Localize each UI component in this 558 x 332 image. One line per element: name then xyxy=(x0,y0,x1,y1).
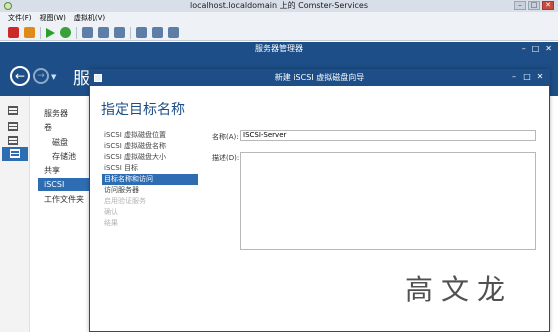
toolbar-divider xyxy=(130,26,131,39)
vm-toolbar xyxy=(0,25,558,41)
wizard-window-controls: – □ ✕ xyxy=(509,72,545,82)
minimize-icon[interactable]: – xyxy=(522,44,526,53)
vm-app-icon xyxy=(4,2,12,10)
wizard-step[interactable]: iSCSI 虚拟磁盘大小 xyxy=(102,152,198,163)
share-icon[interactable] xyxy=(152,27,163,38)
maximize-icon[interactable]: □ xyxy=(522,72,532,82)
wizard-step[interactable]: iSCSI 虚拟磁盘位置 xyxy=(102,130,198,141)
server-manager-breadcrumb: 服 xyxy=(73,69,90,89)
close-icon[interactable]: ✕ xyxy=(545,44,552,53)
all-servers-icon[interactable] xyxy=(6,136,20,146)
menu-vm[interactable]: 虚拟机(V) xyxy=(74,12,105,25)
dashboard-icon[interactable] xyxy=(6,106,20,116)
file-storage-icon[interactable] xyxy=(2,147,28,161)
description-label: 描述(D): xyxy=(212,154,240,162)
start-icon[interactable] xyxy=(46,27,55,38)
toolbar-divider xyxy=(40,26,41,39)
maximize-icon[interactable]: □ xyxy=(532,44,540,53)
reset-icon[interactable] xyxy=(60,27,71,38)
target-name-input[interactable]: ISCSI-Server xyxy=(240,130,536,141)
pause-icon[interactable] xyxy=(24,27,35,38)
wizard-steps: iSCSI 虚拟磁盘位置 iSCSI 虚拟磁盘名称 iSCSI 虚拟磁盘大小 i… xyxy=(102,130,198,229)
nav-item-iscsi[interactable]: iSCSI xyxy=(38,178,90,191)
nav-item-shares[interactable]: 共享 xyxy=(44,165,60,176)
server-manager-title-bar: 服务器管理器 – □ ✕ xyxy=(0,42,558,56)
file-storage-nav: 服务器 卷 磁盘 存储池 共享 iSCSI 工作文件夹 xyxy=(30,96,90,332)
maximize-icon[interactable]: □ xyxy=(528,1,540,10)
stop-icon[interactable] xyxy=(8,27,19,38)
vm-menu-bar: 文件(F) 视图(W) 虚拟机(V) xyxy=(0,12,558,25)
wizard-step[interactable]: iSCSI 虚拟磁盘名称 xyxy=(102,141,198,152)
name-label: 名称(A): xyxy=(212,133,239,141)
forward-arrow-icon[interactable]: → xyxy=(33,68,49,84)
wizard-step[interactable]: 访问服务器 xyxy=(102,185,198,196)
server-manager-title: 服务器管理器 xyxy=(255,44,303,53)
wizard-title-bar: 新建 iSCSI 虚拟磁盘向导 – □ ✕ xyxy=(90,70,549,86)
nav-item-servers[interactable]: 服务器 xyxy=(44,108,68,119)
vm-title-bar: localhost.localdomain 上的 Comster-Service… xyxy=(0,0,558,12)
wizard-step[interactable]: iSCSI 目标 xyxy=(102,163,198,174)
wizard-step-disabled: 确认 xyxy=(104,208,118,216)
vm-window-controls: – □ ✕ xyxy=(514,1,554,10)
close-icon[interactable]: ✕ xyxy=(542,1,554,10)
wizard-title: 新建 iSCSI 虚拟磁盘向导 xyxy=(274,73,365,82)
back-arrow-icon[interactable]: ← xyxy=(10,66,30,86)
wizard-step-current[interactable]: 目标名称和访问 xyxy=(102,174,198,185)
close-icon[interactable]: ✕ xyxy=(535,72,545,82)
wizard-step-disabled: 结果 xyxy=(104,219,118,227)
checkpoint-icon[interactable] xyxy=(82,27,93,38)
local-server-icon[interactable] xyxy=(6,122,20,132)
sm-window-controls: – □ ✕ xyxy=(522,44,552,53)
toolbar-divider xyxy=(76,26,77,39)
wizard-app-icon xyxy=(94,74,102,82)
menu-view[interactable]: 视图(W) xyxy=(40,12,66,25)
nav-item-disks[interactable]: 磁盘 xyxy=(52,137,68,148)
history-dropdown-icon[interactable]: ▼ xyxy=(51,73,56,81)
minimize-icon[interactable]: – xyxy=(514,1,526,10)
snapshot-icon[interactable] xyxy=(114,27,125,38)
revert-icon[interactable] xyxy=(98,27,109,38)
minimize-icon[interactable]: – xyxy=(509,72,519,82)
wizard-step-disabled: 启用验证服务 xyxy=(104,197,146,205)
icon-rail xyxy=(0,96,30,332)
description-input[interactable] xyxy=(240,152,536,250)
nav-item-volumes[interactable]: 卷 xyxy=(44,122,52,133)
menu-file[interactable]: 文件(F) xyxy=(8,12,32,25)
nav-item-storage-pools[interactable]: 存储池 xyxy=(52,151,76,162)
author-watermark: 高文龙 xyxy=(405,273,514,306)
settings-icon[interactable] xyxy=(168,27,179,38)
insert-disk-icon[interactable] xyxy=(136,27,147,38)
wizard-heading: 指定目标名称 xyxy=(101,102,185,118)
vm-title-text: localhost.localdomain 上的 Comster-Service… xyxy=(189,1,369,10)
nav-item-work-folders[interactable]: 工作文件夹 xyxy=(44,194,84,205)
